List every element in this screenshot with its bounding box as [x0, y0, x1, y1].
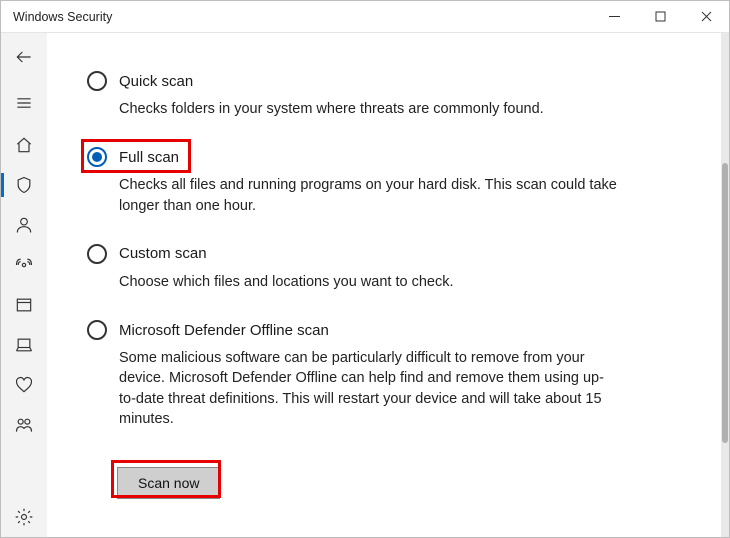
shield-icon	[14, 175, 34, 195]
nav-family-options[interactable]	[1, 405, 47, 445]
option-custom-scan: Custom scan Choose which files and locat…	[87, 244, 675, 292]
maximize-button[interactable]	[637, 1, 683, 33]
option-label: Full scan	[119, 149, 179, 166]
option-desc: Checks folders in your system where thre…	[119, 99, 619, 119]
back-arrow-icon	[14, 47, 34, 67]
gear-icon	[14, 507, 34, 527]
window-icon	[14, 295, 34, 315]
titlebar: Windows Security	[1, 1, 729, 33]
radio-icon	[87, 71, 107, 91]
nav-account-protection[interactable]	[1, 205, 47, 245]
sidebar	[1, 33, 47, 537]
option-desc: Some malicious software can be particula…	[119, 348, 619, 429]
scan-now-button[interactable]: Scan now	[117, 467, 220, 499]
minimize-icon	[609, 11, 620, 22]
nav-settings[interactable]	[1, 497, 47, 537]
option-quick-scan: Quick scan Checks folders in your system…	[87, 71, 675, 119]
nav-device-performance[interactable]	[1, 365, 47, 405]
option-label: Custom scan	[119, 245, 207, 262]
network-icon	[14, 255, 34, 275]
radio-icon	[87, 320, 107, 340]
nav-firewall[interactable]	[1, 245, 47, 285]
back-button[interactable]	[1, 33, 47, 81]
close-button[interactable]	[683, 1, 729, 33]
nav-app-browser[interactable]	[1, 285, 47, 325]
nav-virus-protection[interactable]	[1, 165, 47, 205]
window-title: Windows Security	[13, 10, 112, 24]
person-icon	[14, 215, 34, 235]
option-label: Microsoft Defender Offline scan	[119, 322, 329, 339]
radio-quick-scan[interactable]: Quick scan	[87, 71, 675, 91]
family-icon	[14, 415, 34, 435]
nav-device-security[interactable]	[1, 325, 47, 365]
option-offline-scan: Microsoft Defender Offline scan Some mal…	[87, 320, 675, 429]
hamburger-icon	[14, 93, 34, 113]
scrollbar-thumb[interactable]	[722, 163, 728, 443]
minimize-button[interactable]	[591, 1, 637, 33]
radio-full-scan[interactable]: Full scan	[87, 147, 675, 167]
maximize-icon	[655, 11, 666, 22]
body: Quick scan Checks folders in your system…	[1, 33, 729, 537]
menu-button[interactable]	[1, 81, 47, 125]
option-label: Quick scan	[119, 73, 193, 90]
heart-icon	[14, 375, 34, 395]
option-full-scan: Full scan Checks all files and running p…	[87, 147, 675, 216]
radio-icon	[87, 147, 107, 167]
option-desc: Checks all files and running programs on…	[119, 175, 619, 216]
option-desc: Choose which files and locations you wan…	[119, 272, 619, 292]
radio-custom-scan[interactable]: Custom scan	[87, 244, 675, 264]
home-icon	[14, 135, 34, 155]
nav-home[interactable]	[1, 125, 47, 165]
radio-icon	[87, 244, 107, 264]
radio-offline-scan[interactable]: Microsoft Defender Offline scan	[87, 320, 675, 340]
close-icon	[701, 11, 712, 22]
scrollbar[interactable]	[721, 33, 729, 537]
content: Quick scan Checks folders in your system…	[47, 33, 729, 537]
laptop-icon	[14, 335, 34, 355]
